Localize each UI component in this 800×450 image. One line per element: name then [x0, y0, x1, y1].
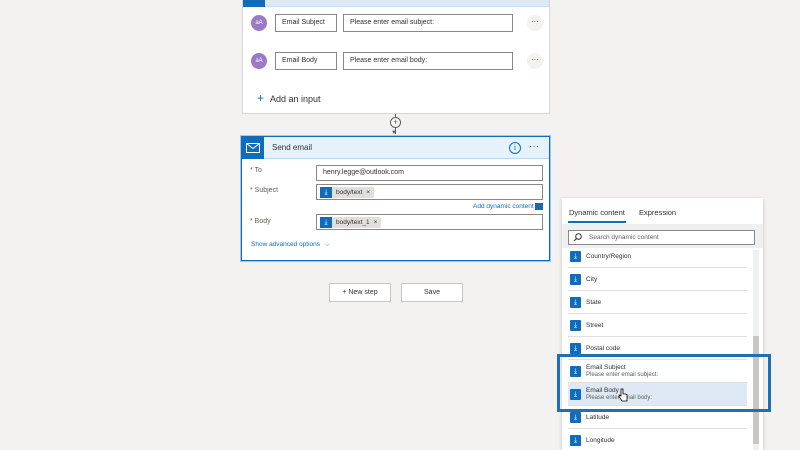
item-label: City — [586, 276, 598, 283]
show-advanced-options-link[interactable]: Show advanced options ⌵ — [251, 241, 330, 249]
mail-icon — [242, 137, 264, 159]
remove-token-icon[interactable]: × — [374, 219, 378, 226]
input-prompt-field[interactable]: Please enter email subject: — [343, 14, 513, 32]
search-input[interactable]: Search dynamic content — [568, 230, 755, 245]
advanced-label: Show advanced options — [251, 241, 321, 248]
item-label: Country/Region — [586, 253, 632, 260]
text-input-icon: aA — [251, 15, 267, 31]
dynamic-token[interactable]: ⤓ body/text_1 × — [320, 217, 382, 228]
to-field[interactable]: henry.legge@outlook.com — [316, 165, 543, 181]
subject-label: * Subject — [250, 187, 279, 194]
trigger-input-row-body: aA Email Body Please enter email body: ·… — [251, 52, 543, 72]
add-dynamic-content-link[interactable]: Add dynamic content — [473, 203, 534, 210]
insert-step-icon[interactable]: + — [390, 117, 401, 128]
chevron-down-icon: ⌵ — [324, 241, 330, 248]
trigger-card: aA Email Subject Please enter email subj… — [242, 0, 550, 114]
variable-icon: ⤓ — [570, 297, 581, 308]
variable-icon: ⤓ — [570, 274, 581, 285]
list-item[interactable]: ⤓ City — [568, 268, 747, 291]
plus-icon: + — [257, 91, 265, 105]
trigger-icon — [243, 0, 265, 7]
variable-icon: ⤓ — [570, 343, 581, 354]
list-item[interactable]: ⤓ Street — [568, 314, 747, 337]
body-label: * Body — [250, 218, 271, 225]
tab-expression[interactable]: Expression — [639, 208, 676, 217]
variable-icon: ⤓ — [570, 320, 581, 331]
add-input-button[interactable]: + Add an input — [257, 91, 321, 105]
add-input-label: Add an input — [270, 94, 321, 104]
more-options-icon[interactable]: ··· — [527, 53, 543, 69]
list-item[interactable]: ⤓ State — [568, 291, 747, 314]
token-label: body/text — [336, 189, 363, 196]
new-step-button[interactable]: + New step — [329, 283, 391, 302]
trigger-input-row-subject: aA Email Subject Please enter email subj… — [251, 14, 543, 34]
input-name-field[interactable]: Email Subject — [275, 14, 337, 32]
more-options-icon[interactable]: ··· — [529, 141, 539, 153]
dynamic-content-icon[interactable] — [535, 203, 543, 210]
hand-cursor-icon — [618, 388, 628, 402]
info-icon[interactable]: i — [509, 142, 521, 154]
active-tab-indicator — [568, 221, 626, 223]
list-item[interactable]: ⤓ Country/Region — [568, 245, 747, 268]
variable-icon: ⤓ — [320, 217, 332, 228]
variable-icon: ⤓ — [570, 435, 581, 446]
trigger-header[interactable] — [243, 0, 549, 7]
send-email-card: Send email i ··· * To henry.legge@outloo… — [241, 136, 550, 261]
save-button[interactable]: Save — [401, 283, 463, 302]
input-prompt-field[interactable]: Please enter email body: — [343, 52, 513, 70]
dynamic-content-panel: Dynamic content Expression Search dynami… — [562, 198, 763, 450]
dynamic-token[interactable]: ⤓ body/text × — [320, 187, 375, 198]
variable-icon: ⤓ — [570, 412, 581, 423]
item-label: Longitude — [586, 437, 615, 444]
highlight-box — [557, 354, 771, 412]
to-label: * To — [250, 167, 262, 174]
remove-token-icon[interactable]: × — [366, 189, 370, 196]
body-field[interactable]: ⤓ body/text_1 × — [316, 214, 543, 230]
search-icon — [573, 233, 582, 242]
subject-field[interactable]: ⤓ body/text × — [316, 184, 543, 200]
send-email-title: Send email — [272, 143, 313, 152]
token-label: body/text_1 — [336, 219, 370, 226]
variable-icon: ⤓ — [320, 187, 332, 198]
list-item[interactable]: ⤓ Longitude — [568, 429, 747, 450]
text-input-icon: aA — [251, 53, 267, 69]
item-label: Street — [586, 322, 604, 329]
item-label: State — [586, 299, 602, 306]
input-name-field[interactable]: Email Body — [275, 52, 337, 70]
more-options-icon[interactable]: ··· — [527, 15, 543, 31]
tab-dynamic-content[interactable]: Dynamic content — [569, 208, 625, 217]
variable-icon: ⤓ — [570, 251, 581, 262]
send-email-header[interactable]: Send email i ··· — [242, 137, 549, 159]
